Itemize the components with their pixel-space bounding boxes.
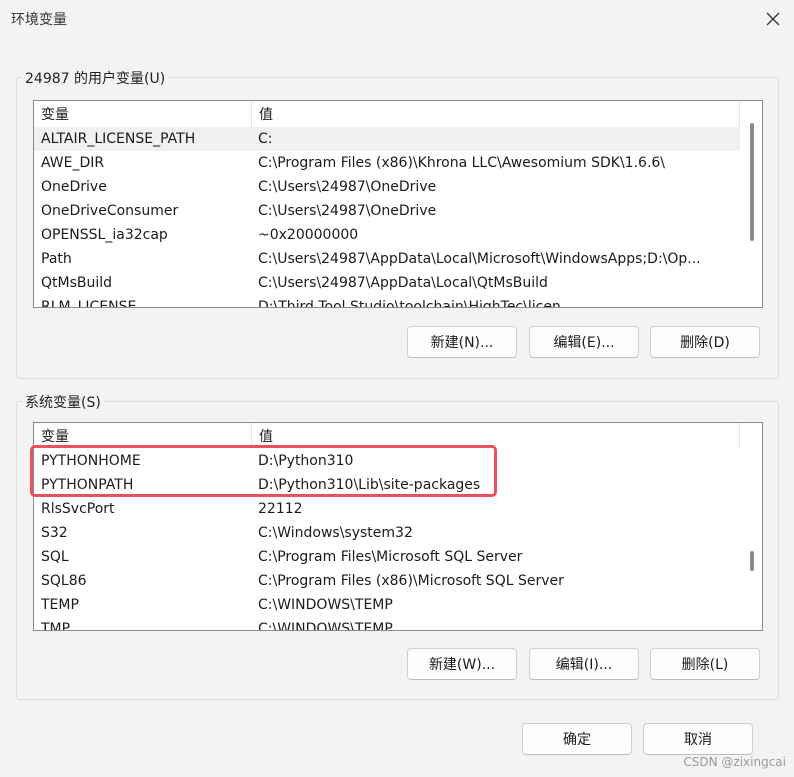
variable-name: SQL: [41, 549, 69, 565]
variable-name: OneDriveConsumer: [41, 203, 179, 219]
variable-value: C:\Program Files (x86)\Khrona LLC\Awesom…: [258, 155, 666, 171]
table-row[interactable]: PYTHONHOME D:\Python310: [34, 449, 740, 473]
system-variables-rows: PYTHONHOME D:\Python310 PYTHONPATH D:\Pytho…: [34, 449, 740, 631]
variable-value: C:\WINDOWS\TEMP: [258, 597, 393, 613]
variable-name: RLM_LICENSE: [41, 299, 137, 308]
cancel-button[interactable]: 取消: [643, 723, 753, 755]
close-icon: [766, 12, 780, 26]
column-header-name[interactable]: 变量: [34, 423, 252, 449]
variable-value: D:\Python310\Lib\site-packages: [258, 477, 481, 493]
variable-value: C:\Users\24987\OneDrive: [258, 179, 437, 195]
variable-value: D:\Python310: [258, 453, 354, 469]
user-new-button[interactable]: 新建(N)...: [407, 326, 517, 358]
user-variables-list[interactable]: 变量 值 ALTAIR_LICENSE_PATH C: AWE_DIR C:\Prog…: [33, 100, 763, 308]
variable-name: TMP: [41, 621, 71, 631]
table-row[interactable]: Path C:\Users\24987\AppData\Local\Microso…: [34, 247, 740, 271]
table-row[interactable]: PYTHONPATH D:\Python310\Lib\site-packages: [34, 473, 740, 497]
watermark: CSDN @zixingcai: [683, 755, 786, 769]
table-row[interactable]: RLM_LICENSE D:\Third Tool Studio\toolchai…: [34, 295, 740, 308]
list-header: 变量 值: [34, 101, 762, 127]
table-row[interactable]: OneDriveConsumer C:\Users\24987\OneDrive: [34, 199, 740, 223]
table-row[interactable]: RlsSvcPort 22112: [34, 497, 740, 521]
variable-name: ALTAIR_LICENSE_PATH: [41, 131, 196, 147]
variable-name: TEMP: [41, 597, 79, 613]
variable-value: 22112: [258, 501, 303, 517]
user-edit-button[interactable]: 编辑(E)...: [529, 326, 639, 358]
table-row[interactable]: OneDrive C:\Users\24987\OneDrive: [34, 175, 740, 199]
scrollbar-thumb[interactable]: [750, 123, 754, 241]
variable-name: PYTHONPATH: [41, 477, 134, 493]
table-row[interactable]: SQL86 C:\Program Files (x86)\Microsoft SQ…: [34, 569, 740, 593]
user-variables-label: 24987 的用户变量(U): [22, 68, 169, 88]
variable-value: D:\Third Tool Studio\toolchain\HighTec\l…: [258, 299, 561, 308]
variable-value: C:\Program Files\Microsoft SQL Server: [258, 549, 523, 565]
window-title: 环境变量: [11, 12, 67, 28]
system-new-button[interactable]: 新建(W)...: [407, 648, 517, 680]
list-header: 变量 值: [34, 423, 762, 449]
variable-value: C:\Program Files (x86)\Microsoft SQL Ser…: [258, 573, 564, 589]
table-row[interactable]: TEMP C:\WINDOWS\TEMP: [34, 593, 740, 617]
table-row[interactable]: S32 C:\Windows\system32: [34, 521, 740, 545]
variable-value: C:\Users\24987\AppData\Local\QtMsBuild: [258, 275, 548, 291]
system-edit-button[interactable]: 编辑(I)...: [529, 648, 639, 680]
variable-name: OPENSSL_ia32cap: [41, 227, 168, 243]
system-list-scrollbar[interactable]: [742, 423, 762, 630]
variable-name: SQL86: [41, 573, 87, 589]
close-button[interactable]: [752, 0, 794, 38]
column-header-value[interactable]: 值: [252, 423, 740, 449]
variable-value: C:\Windows\system32: [258, 525, 413, 541]
variable-name: AWE_DIR: [41, 155, 105, 171]
user-list-scrollbar[interactable]: [742, 101, 762, 307]
table-row[interactable]: AWE_DIR C:\Program Files (x86)\Khrona LLC…: [34, 151, 740, 175]
variable-name: PYTHONHOME: [41, 453, 141, 469]
title-bar: 环境变量: [0, 0, 794, 38]
table-row[interactable]: QtMsBuild C:\Users\24987\AppData\Local\Qt…: [34, 271, 740, 295]
table-row[interactable]: SQL C:\Program Files\Microsoft SQL Server: [34, 545, 740, 569]
user-delete-button[interactable]: 删除(D): [650, 326, 760, 358]
variable-value: ~0x20000000: [258, 227, 359, 243]
ok-button[interactable]: 确定: [522, 723, 632, 755]
variable-value: C:\Users\24987\AppData\Local\Microsoft\W…: [258, 251, 701, 267]
column-header-name[interactable]: 变量: [34, 101, 252, 127]
variable-name: QtMsBuild: [41, 275, 113, 291]
table-row[interactable]: ALTAIR_LICENSE_PATH C:: [34, 127, 740, 151]
user-variables-rows: ALTAIR_LICENSE_PATH C: AWE_DIR C:\Program F…: [34, 127, 740, 308]
column-header-value[interactable]: 值: [252, 101, 740, 127]
scrollbar-thumb[interactable]: [750, 551, 754, 571]
table-row[interactable]: OPENSSL_ia32cap ~0x20000000: [34, 223, 740, 247]
system-delete-button[interactable]: 删除(L): [650, 648, 760, 680]
variable-name: RlsSvcPort: [41, 501, 115, 517]
variable-value: C:: [258, 131, 273, 147]
variable-value: C:\Users\24987\OneDrive: [258, 203, 437, 219]
system-variables-list[interactable]: 变量 值 PYTHONHOME D:\Python310 PYTHONPATH D:\…: [33, 422, 763, 631]
system-variables-label: 系统变量(S): [22, 392, 104, 412]
table-row[interactable]: TMP C:\WINDOWS\TEMP: [34, 617, 740, 631]
variable-value: C:\WINDOWS\TEMP: [258, 621, 393, 631]
variable-name: OneDrive: [41, 179, 107, 195]
variable-name: Path: [41, 251, 72, 267]
variable-name: S32: [41, 525, 68, 541]
